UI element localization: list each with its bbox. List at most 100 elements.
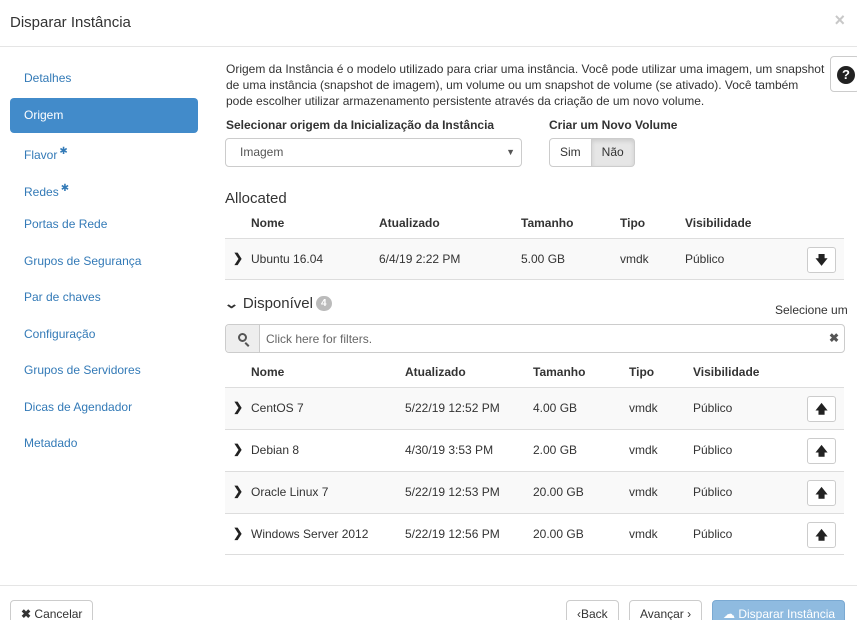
available-row: ❯ Debian 8 4/30/19 3:53 PM 2.00 GB vmdk … [225, 429, 844, 471]
chevron-down-icon: ⌄ [223, 296, 240, 311]
new-volume-no-button[interactable]: Não [591, 138, 635, 167]
available-cell-name: CentOS 7 [251, 401, 304, 415]
sidebar-item-origem[interactable]: Origem [10, 97, 198, 133]
chevron-right-icon: › [687, 607, 692, 620]
deallocate-button[interactable]: 🡇 [807, 247, 836, 273]
back-label: Back [581, 607, 608, 620]
question-circle-icon: ? [837, 66, 855, 84]
sidebar-item-label: Portas de Rede [24, 217, 108, 231]
sidebar-item-label: Dicas de Agendador [24, 399, 133, 414]
allocated-cell-visibility: Público [685, 252, 725, 266]
available-cell-size: 20.00 GB [533, 485, 584, 499]
available-cell-updated: 5/22/19 12:56 PM [405, 527, 500, 541]
required-asterisk-icon: ✱ [60, 182, 70, 194]
available-cell-name: Windows Server 2012 [251, 527, 369, 541]
arrow-up-icon: 🡅 [815, 486, 828, 500]
sidebar-item-portas-de-rede[interactable]: Portas de Rede [10, 207, 198, 242]
sidebar-item-dicas-de-agendador[interactable]: Dicas de Agendador [10, 390, 198, 425]
available-cell-visibility: Público [693, 443, 733, 457]
available-header-name: Nome [251, 365, 285, 379]
allocated-title: Allocated [225, 190, 287, 207]
available-cell-updated: 5/22/19 12:52 PM [405, 401, 500, 415]
search-addon [226, 325, 260, 352]
help-text: Origem da Instância é o modelo utilizado… [226, 62, 825, 108]
next-button[interactable]: Avançar › [629, 600, 703, 620]
available-title: Disponível [242, 295, 313, 312]
launch-label: Disparar Instância [738, 607, 836, 620]
available-cell-updated: 5/22/19 12:53 PM [405, 485, 500, 499]
arrow-up-icon: 🡅 [815, 528, 828, 542]
cancel-button[interactable]: ✖ Cancelar [10, 600, 94, 620]
chevron-right-icon[interactable]: ❯ [233, 484, 243, 498]
available-header-visibility: Visibilidade [693, 365, 760, 379]
allocated-header-size: Tamanho [521, 216, 574, 230]
close-icon[interactable]: × [834, 10, 845, 31]
wizard-sidebar: Detalhes Origem Flavor ✱ Redes ✱ Portas de Red… [10, 61, 198, 463]
select-one-hint: Selecione um [775, 303, 848, 317]
arrow-up-icon: 🡅 [815, 402, 828, 416]
allocate-button[interactable]: 🡅 [807, 396, 836, 422]
new-volume-yes-button[interactable]: Sim [549, 138, 592, 167]
available-cell-visibility: Público [693, 401, 733, 415]
chevron-right-icon[interactable]: ❯ [233, 526, 243, 540]
available-count-badge: 4 [315, 296, 332, 311]
help-button[interactable]: ? [830, 56, 857, 92]
new-volume-toggle: Sim Não [549, 138, 635, 167]
sidebar-item-grupos-de-servidores[interactable]: Grupos de Servidores [10, 353, 198, 388]
sidebar-item-flavor[interactable]: Flavor ✱ [10, 134, 198, 169]
allocate-button[interactable]: 🡅 [807, 522, 836, 548]
available-cell-type: vmdk [629, 443, 658, 457]
allocated-header-visibility: Visibilidade [685, 216, 752, 230]
allocated-cell-name: Ubuntu 16.04 [251, 252, 324, 266]
modal-footer: ✖ Cancelar ‹Back Avançar › ☁ Disparar In… [0, 585, 857, 620]
sidebar-item-metadado[interactable]: Metadado [10, 426, 198, 461]
launch-instance-button[interactable]: ☁ Disparar Instância [712, 600, 845, 620]
available-cell-size: 2.00 GB [533, 443, 578, 457]
available-cell-visibility: Público [693, 485, 733, 499]
modal-title: Disparar Instância [10, 14, 131, 31]
available-row: ❯ Oracle Linux 7 5/22/19 12:53 PM 20.00 … [225, 471, 844, 513]
sidebar-item-label: Grupos de Servidores [24, 363, 141, 377]
filter-input[interactable] [261, 325, 821, 352]
allocate-button[interactable]: 🡅 [807, 480, 836, 506]
available-cell-type: vmdk [629, 527, 658, 541]
sidebar-item-detalhes[interactable]: Detalhes [10, 61, 198, 96]
sidebar-item-label: Redes [24, 184, 59, 199]
cloud-upload-icon: ☁ [723, 607, 735, 620]
sidebar-item-label: Par de chaves [24, 290, 101, 304]
boot-source-select[interactable]: Imagem ▼ [225, 138, 522, 167]
sidebar-item-configura-o[interactable]: Configuração [10, 317, 198, 352]
chevron-right-icon[interactable]: ❯ [233, 400, 243, 414]
sidebar-item-redes[interactable]: Redes ✱ [10, 171, 198, 206]
sidebar-item-label: Configuração [24, 326, 96, 341]
cancel-label: Cancelar [34, 607, 83, 620]
chevron-right-icon[interactable]: ❯ [233, 251, 243, 265]
available-header-type: Tipo [629, 365, 655, 379]
filter-bar: ✖ [225, 324, 845, 353]
chevron-right-icon[interactable]: ❯ [233, 442, 243, 456]
allocated-header-type: Tipo [620, 216, 646, 230]
sidebar-item-label: Origem [24, 107, 64, 122]
sidebar-item-par-de-chaves[interactable]: Par de chaves [10, 280, 198, 315]
next-label: Avançar [640, 607, 684, 620]
allocated-cell-size: 5.00 GB [521, 252, 566, 266]
back-button[interactable]: ‹Back [566, 600, 619, 620]
available-cell-name: Oracle Linux 7 [251, 485, 329, 499]
allocated-cell-updated: 6/4/19 2:22 PM [379, 252, 461, 266]
search-icon [238, 333, 247, 342]
modal-header: Disparar Instância × [0, 0, 857, 47]
sidebar-item-label: Grupos de Segurança [24, 253, 142, 268]
available-title-wrap[interactable]: ⌄ Disponível 4 [223, 295, 332, 312]
sidebar-item-label: Flavor [24, 148, 58, 162]
allocate-button[interactable]: 🡅 [807, 438, 836, 464]
allocated-cell-type: vmdk [620, 252, 649, 266]
available-cell-updated: 4/30/19 3:53 PM [405, 443, 494, 457]
allocated-header-updated: Atualizado [379, 216, 440, 230]
required-asterisk-icon: ✱ [59, 146, 68, 157]
sidebar-item-label: Metadado [24, 436, 78, 450]
allocated-header-name: Nome [251, 216, 285, 230]
clear-filter-icon[interactable]: ✖ [829, 331, 839, 345]
sidebar-item-grupos-de-seguran-a[interactable]: Grupos de Segurança [10, 244, 198, 279]
sidebar-item-label: Detalhes [24, 71, 72, 85]
boot-source-value: Imagem [240, 145, 284, 159]
